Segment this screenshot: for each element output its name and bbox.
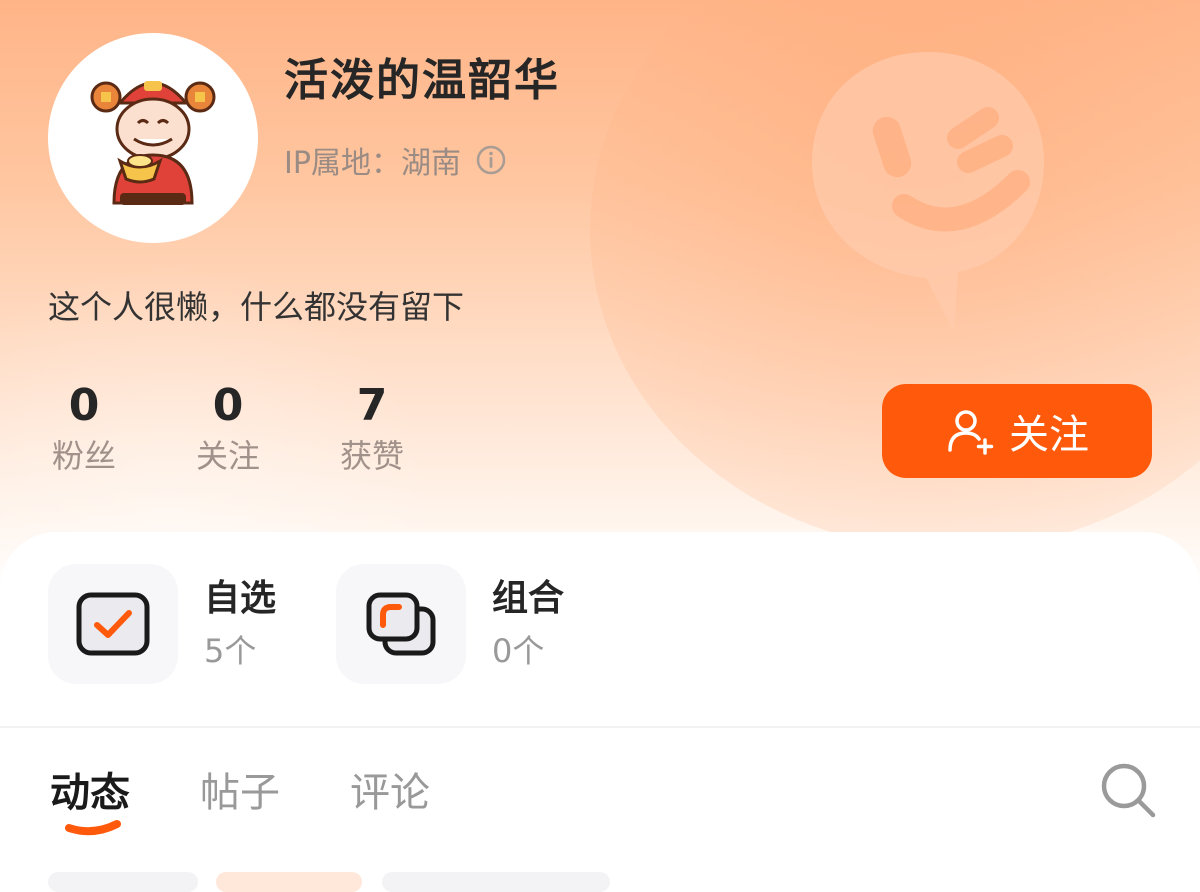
stat-label: 获赞 (339, 437, 404, 475)
tab-comments[interactable]: 评论 (350, 760, 430, 818)
stat-likes[interactable]: 7 获赞 (322, 378, 422, 478)
checkbox-icon (76, 592, 150, 656)
fortune-god-avatar-icon (90, 81, 216, 205)
username: 活泼的温韶华 (284, 55, 560, 106)
shortcut-tile (48, 564, 178, 684)
stat-following[interactable]: 0 关注 (178, 378, 278, 478)
profile-bio: 这个人很懒，什么都没有留下 (48, 288, 465, 326)
stack-icon (366, 592, 436, 656)
filter-chip[interactable] (48, 872, 198, 892)
tab-posts[interactable]: 帖子 (200, 760, 280, 818)
filter-chip[interactable] (216, 872, 362, 892)
info-icon[interactable] (475, 144, 507, 176)
shortcut-count: 5个 (204, 632, 257, 670)
stat-label: 粉丝 (51, 437, 116, 475)
active-tab-indicator (65, 820, 121, 836)
smiley-bubble-watermark-icon (812, 52, 1044, 332)
filter-chip[interactable] (382, 872, 610, 892)
shortcut-title: 组合 (492, 578, 565, 619)
follow-button-label: 关注 (1009, 412, 1089, 458)
shortcut-count: 0个 (492, 632, 545, 670)
ip-location: IP属地：湖南 (284, 146, 461, 181)
stat-fans[interactable]: 0 粉丝 (34, 378, 134, 478)
stat-value: 0 (68, 380, 100, 431)
add-user-icon (948, 410, 994, 455)
shortcut-watchlist[interactable]: 自选 5个 (48, 564, 276, 684)
stat-value: 7 (356, 380, 388, 431)
follow-button[interactable]: 关注 (882, 384, 1152, 478)
stat-value: 0 (212, 380, 244, 431)
avatar[interactable] (48, 33, 258, 243)
search-icon[interactable] (1098, 760, 1158, 820)
ip-location-row: IP属地：湖南 (284, 138, 507, 182)
tab-activity[interactable]: 动态 (50, 760, 130, 818)
stat-label: 关注 (195, 437, 260, 475)
shortcut-portfolio[interactable]: 组合 0个 (336, 564, 564, 684)
shortcut-tile (336, 564, 466, 684)
shortcut-title: 自选 (204, 578, 277, 619)
section-divider (0, 726, 1200, 728)
